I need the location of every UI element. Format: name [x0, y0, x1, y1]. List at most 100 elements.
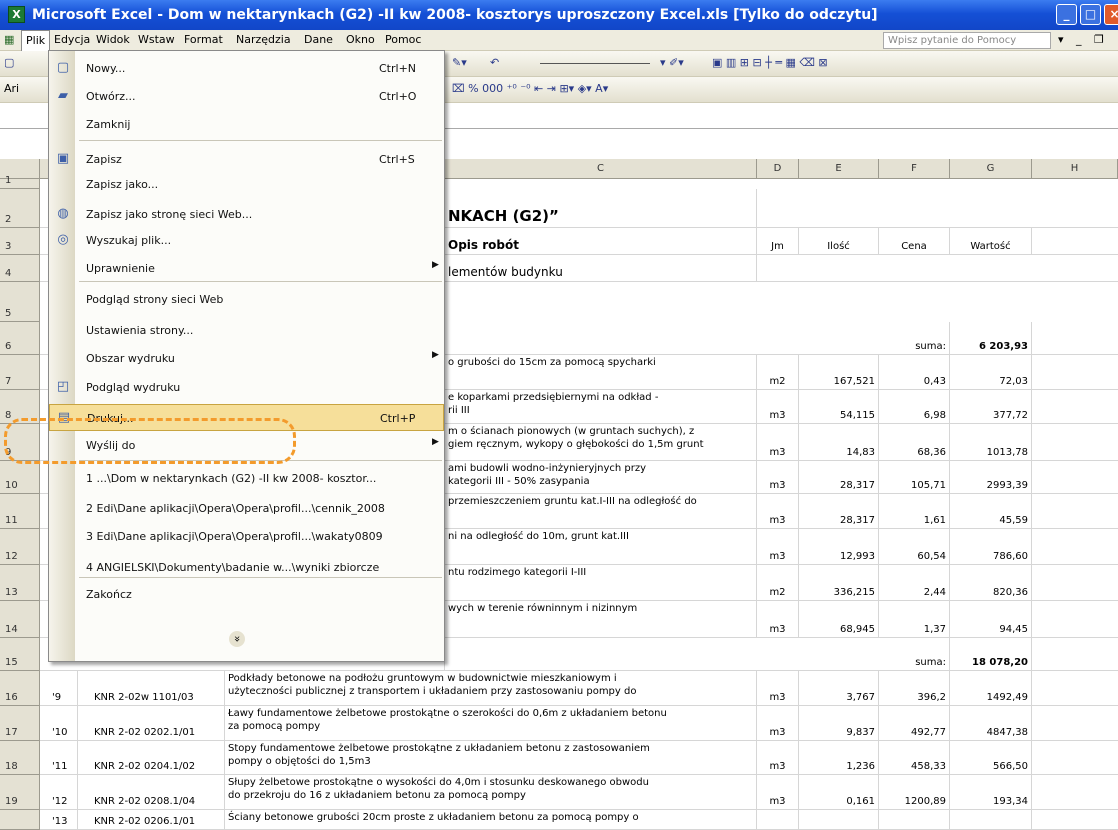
menu-item-wyszukaj-plik[interactable]: ◎ Wyszukaj plik...: [49, 227, 444, 254]
lp-cell[interactable]: '10: [40, 706, 78, 740]
price-cell[interactable]: 105,71: [879, 461, 950, 493]
row-header[interactable]: 14: [0, 601, 40, 638]
quantity-cell[interactable]: [799, 810, 879, 829]
quantity-cell[interactable]: 0,161: [799, 775, 879, 809]
description-cell[interactable]: ni na odległość do 10m, grunt kat.III: [445, 529, 757, 564]
description-cell[interactable]: przemieszczeniem gruntu kat.I-III na odl…: [445, 494, 757, 528]
row-header[interactable]: 10: [0, 461, 40, 494]
suma-label[interactable]: suma:: [879, 322, 950, 354]
price-cell[interactable]: 6,98: [879, 390, 950, 423]
unit-cell[interactable]: m3: [757, 424, 799, 460]
value-cell[interactable]: [950, 810, 1032, 829]
row-header[interactable]: 2: [0, 189, 40, 228]
value-cell[interactable]: 1013,78: [950, 424, 1032, 460]
description-cell[interactable]: Ściany betonowe grubości 20cm proste z u…: [225, 810, 757, 829]
unit-cell[interactable]: m3: [757, 741, 799, 774]
quantity-cell[interactable]: 3,767: [799, 671, 879, 705]
description-cell[interactable]: ami budowli wodno-inżynieryjnych przy kat…: [445, 461, 757, 493]
row-header[interactable]: 19: [0, 775, 40, 810]
value-cell[interactable]: 193,34: [950, 775, 1032, 809]
suma-value[interactable]: 6 203,93: [950, 322, 1032, 354]
value-cell[interactable]: 377,72: [950, 390, 1032, 423]
menu-item-uprawnienie[interactable]: Uprawnienie ▶: [49, 255, 444, 282]
value-cell[interactable]: 4847,38: [950, 706, 1032, 740]
menu-item-zamknij[interactable]: Zamknij: [49, 111, 444, 138]
quantity-cell[interactable]: 28,317: [799, 461, 879, 493]
value-cell[interactable]: 94,45: [950, 601, 1032, 637]
unit-cell[interactable]: m2: [757, 355, 799, 389]
suma-value[interactable]: 18 078,20: [950, 638, 1032, 670]
quantity-cell[interactable]: 12,993: [799, 529, 879, 564]
menu-item-obszar-wydruku[interactable]: Obszar wydruku ▶: [49, 345, 444, 372]
row-header[interactable]: 3: [0, 228, 40, 255]
lp-cell[interactable]: '13: [40, 810, 78, 829]
value-cell[interactable]: 820,36: [950, 565, 1032, 600]
menu-item-zakon-cz[interactable]: Zakończ: [49, 581, 444, 608]
menu-item-2-edi-dane-aplikacji-opera-opera-profil-cennik-2008[interactable]: 2 Edi\Dane aplikacji\Opera\Opera\profil.…: [49, 495, 444, 522]
header-opis[interactable]: Opis robót: [445, 228, 757, 254]
quantity-cell[interactable]: 9,837: [799, 706, 879, 740]
quantity-cell[interactable]: 336,215: [799, 565, 879, 600]
unit-cell[interactable]: m3: [757, 671, 799, 705]
price-cell[interactable]: 60,54: [879, 529, 950, 564]
sheet-title-cell[interactable]: NKACH (G2)”: [445, 189, 757, 227]
lp-cell[interactable]: '11: [40, 741, 78, 774]
knr-cell[interactable]: KNR 2-02 0202.1/01: [78, 706, 225, 740]
value-cell[interactable]: 72,03: [950, 355, 1032, 389]
price-cell[interactable]: 2,44: [879, 565, 950, 600]
quantity-cell[interactable]: 167,521: [799, 355, 879, 389]
unit-cell[interactable]: m3: [757, 494, 799, 528]
quantity-cell[interactable]: 28,317: [799, 494, 879, 528]
knr-cell[interactable]: KNR 2-02 0204.1/02: [78, 741, 225, 774]
quantity-cell[interactable]: 68,945: [799, 601, 879, 637]
row-header[interactable]: 16: [0, 671, 40, 706]
unit-cell[interactable]: m3: [757, 601, 799, 637]
unit-cell[interactable]: m3: [757, 390, 799, 423]
description-cell[interactable]: ntu rodzimego kategorii I-III: [445, 565, 757, 600]
menu-item-zapisz-jako[interactable]: Zapisz jako...: [49, 171, 444, 198]
header-cena[interactable]: Cena: [879, 228, 950, 254]
description-cell[interactable]: Słupy żelbetowe prostokątne o wysokości …: [225, 775, 757, 809]
unit-cell[interactable]: m2: [757, 565, 799, 600]
row-header[interactable]: 4: [0, 255, 40, 282]
value-cell[interactable]: 566,50: [950, 741, 1032, 774]
menu-item-4-angielski-dokumenty-badanie-w-wyniki-zbiorcze[interactable]: 4 ANGIELSKI\Dokumenty\badanie w...\wynik…: [49, 554, 444, 581]
knr-cell[interactable]: KNR 2-02 0208.1/04: [78, 775, 225, 809]
lp-cell[interactable]: '12: [40, 775, 78, 809]
lp-cell[interactable]: '9: [40, 671, 78, 705]
unit-cell[interactable]: [757, 810, 799, 829]
price-cell[interactable]: 396,2: [879, 671, 950, 705]
header-ilosc[interactable]: Ilość: [799, 228, 879, 254]
row-header[interactable]: 6: [0, 322, 40, 355]
value-cell[interactable]: 2993,39: [950, 461, 1032, 493]
header-wartosc[interactable]: Wartość: [950, 228, 1032, 254]
description-cell[interactable]: Ławy fundamentowe żelbetowe prostokątne …: [225, 706, 757, 740]
knr-cell[interactable]: KNR 2-02 0206.1/01: [78, 810, 225, 829]
price-cell[interactable]: 458,33: [879, 741, 950, 774]
description-cell[interactable]: Podkłady betonowe na podłożu gruntowym w…: [225, 671, 757, 705]
menu-item-podgla-d-strony-sieci-web[interactable]: Podgląd strony sieci Web: [49, 286, 444, 313]
quantity-cell[interactable]: 54,115: [799, 390, 879, 423]
menu-item-zapisz[interactable]: ▣ Zapisz Ctrl+S: [49, 146, 444, 173]
description-cell[interactable]: Stopy fundamentowe żelbetowe prostokątne…: [225, 741, 757, 774]
row-header[interactable]: 12: [0, 529, 40, 565]
expand-menu-icon[interactable]: »: [229, 631, 245, 647]
section-cell[interactable]: lementów budynku: [445, 255, 757, 281]
suma-label[interactable]: suma:: [879, 638, 950, 670]
row-header[interactable]: 1: [0, 175, 40, 189]
knr-cell[interactable]: KNR 2-02w 1101/03: [78, 671, 225, 705]
row-header[interactable]: 17: [0, 706, 40, 741]
description-cell[interactable]: o grubości do 15cm za pomocą spycharki: [445, 355, 757, 389]
price-cell[interactable]: 1,61: [879, 494, 950, 528]
menu-item-podgla-d-wydruku[interactable]: ◰ Podgląd wydruku: [49, 374, 444, 401]
value-cell[interactable]: 1492,49: [950, 671, 1032, 705]
description-cell[interactable]: e koparkami przedsiębiernymi na odkład -…: [445, 390, 757, 423]
description-cell[interactable]: m o ścianach pionowych (w gruntach suchy…: [445, 424, 757, 460]
row-header[interactable]: 5: [0, 282, 40, 322]
description-cell[interactable]: wych w terenie równinnym i nizinnym: [445, 601, 757, 637]
unit-cell[interactable]: m3: [757, 461, 799, 493]
quantity-cell[interactable]: 1,236: [799, 741, 879, 774]
menu-item-ustawienia-strony[interactable]: Ustawienia strony...: [49, 317, 444, 344]
price-cell[interactable]: 1200,89: [879, 775, 950, 809]
menu-item-otwo-rz[interactable]: ▰ Otwórz... Ctrl+O: [49, 83, 444, 110]
